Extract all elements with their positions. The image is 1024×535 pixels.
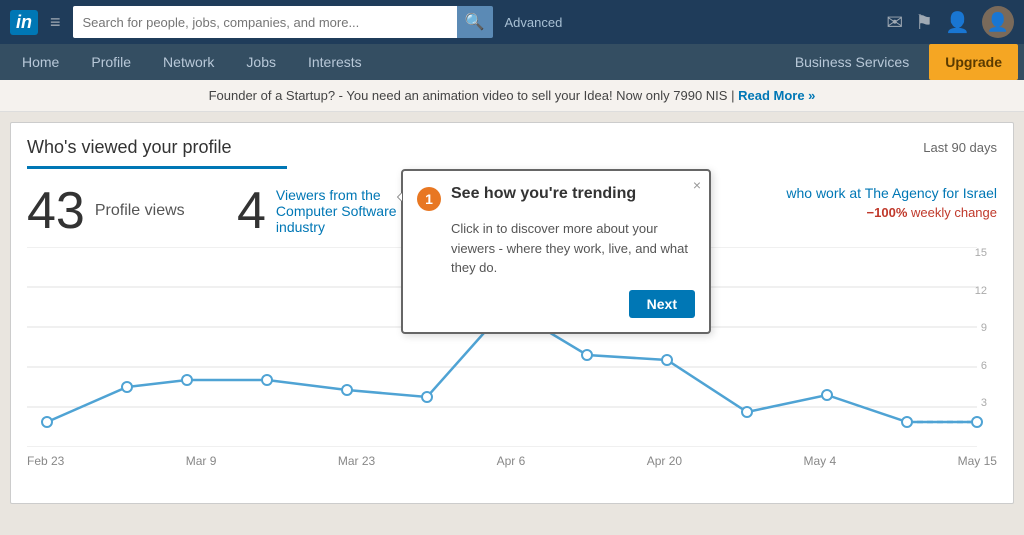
section-title: Who's viewed your profile bbox=[27, 137, 232, 158]
y-axis-labels: 15 12 9 6 3 bbox=[975, 247, 989, 447]
banner-text: Founder of a Startup? - You need an anim… bbox=[209, 88, 735, 103]
x-axis-labels: Feb 23 Mar 9 Mar 23 Apr 6 Apr 20 May 4 M… bbox=[27, 450, 997, 468]
change-pct: −100% bbox=[867, 205, 908, 220]
x-label-feb23: Feb 23 bbox=[27, 454, 64, 468]
y-label-0 bbox=[975, 435, 987, 447]
x-label-may4: May 4 bbox=[803, 454, 836, 468]
y-label-12: 12 bbox=[975, 285, 987, 297]
x-label-apr6: Apr 6 bbox=[497, 454, 526, 468]
chart-point bbox=[342, 385, 352, 395]
chart-point bbox=[42, 417, 52, 427]
trending-tooltip: × 1 See how you're trending Click in to … bbox=[401, 169, 711, 334]
nav-item-jobs[interactable]: Jobs bbox=[230, 44, 292, 80]
promo-banner: Founder of a Startup? - You need an anim… bbox=[0, 80, 1024, 112]
nav-item-profile[interactable]: Profile bbox=[75, 44, 147, 80]
nav-item-home[interactable]: Home bbox=[6, 44, 75, 80]
tooltip-close-button[interactable]: × bbox=[693, 177, 701, 193]
chart-point bbox=[582, 350, 592, 360]
navbar: Home Profile Network Jobs Interests Busi… bbox=[0, 44, 1024, 80]
search-button[interactable]: 🔍 bbox=[457, 6, 493, 38]
search-bar: 🔍 bbox=[73, 6, 493, 38]
linkedin-logo[interactable]: in bbox=[10, 10, 38, 35]
x-label-apr20: Apr 20 bbox=[647, 454, 682, 468]
chart-point bbox=[262, 375, 272, 385]
tooltip-title: See how you're trending bbox=[451, 185, 636, 203]
next-button[interactable]: Next bbox=[629, 290, 695, 318]
x-label-mar23: Mar 23 bbox=[338, 454, 375, 468]
chart-point bbox=[742, 407, 752, 417]
advanced-link[interactable]: Advanced bbox=[505, 15, 563, 30]
tooltip-badge: 1 bbox=[417, 187, 441, 211]
search-input[interactable] bbox=[73, 6, 457, 38]
company-label[interactable]: who work at The Agency for Israel bbox=[786, 185, 997, 201]
nav-right: Business Services Upgrade bbox=[779, 44, 1018, 80]
x-label-may15: May 15 bbox=[958, 454, 997, 468]
read-more-link[interactable]: Read More » bbox=[738, 88, 815, 103]
nav-item-network[interactable]: Network bbox=[147, 44, 230, 80]
x-label-mar9: Mar 9 bbox=[186, 454, 217, 468]
notifications-icon[interactable]: ⚑ bbox=[915, 10, 933, 35]
topbar: in ≡ 🔍 Advanced ✉ ⚑ 👤 👤 bbox=[0, 0, 1024, 44]
nav-item-interests[interactable]: Interests bbox=[292, 44, 378, 80]
stats-row: 43 Profile views 4 Viewers from the Comp… bbox=[11, 169, 1013, 237]
y-label-3: 3 bbox=[975, 397, 987, 409]
nav-item-business[interactable]: Business Services bbox=[779, 44, 925, 80]
chart-point bbox=[422, 392, 432, 402]
tooltip-header: 1 See how you're trending bbox=[417, 185, 695, 211]
company-viewers-block: who work at The Agency for Israel −100% … bbox=[786, 185, 997, 220]
profile-views-count: 43 bbox=[27, 185, 85, 237]
nav-item-upgrade[interactable]: Upgrade bbox=[929, 44, 1018, 80]
y-label-9: 9 bbox=[975, 322, 987, 334]
chart-point bbox=[662, 355, 672, 365]
last-days-label: Last 90 days bbox=[923, 140, 997, 155]
y-label-6: 6 bbox=[975, 360, 987, 372]
main-panel: Who's viewed your profile Last 90 days 4… bbox=[10, 122, 1014, 504]
change-suffix: weekly change bbox=[911, 205, 997, 220]
y-label-15: 15 bbox=[975, 247, 987, 259]
tooltip-body: Click in to discover more about your vie… bbox=[451, 219, 695, 278]
chart-point bbox=[122, 382, 132, 392]
avatar[interactable]: 👤 bbox=[982, 6, 1014, 38]
messages-icon[interactable]: ✉ bbox=[886, 10, 903, 35]
chart-point bbox=[182, 375, 192, 385]
people-icon[interactable]: 👤 bbox=[945, 10, 970, 35]
hamburger-icon[interactable]: ≡ bbox=[46, 8, 65, 37]
profile-views-block: 43 Profile views bbox=[27, 185, 207, 237]
industry-viewers-count: 4 bbox=[237, 185, 266, 237]
topbar-icons: ✉ ⚑ 👤 👤 bbox=[886, 6, 1014, 38]
views-header: Who's viewed your profile Last 90 days bbox=[11, 123, 1013, 166]
chart-point bbox=[822, 390, 832, 400]
nav-left: Home Profile Network Jobs Interests bbox=[6, 44, 378, 80]
chart-point bbox=[902, 417, 912, 427]
profile-views-label: Profile views bbox=[95, 202, 185, 220]
tooltip-footer: Next bbox=[417, 290, 695, 318]
weekly-change: −100% weekly change bbox=[786, 205, 997, 220]
